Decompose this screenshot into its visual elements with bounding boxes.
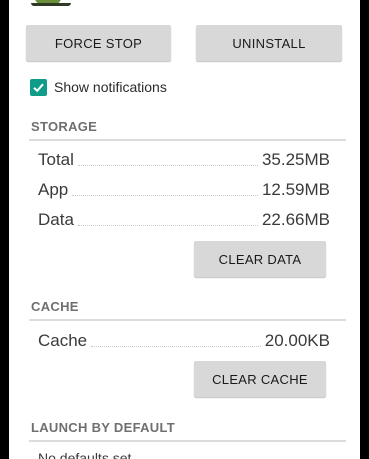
storage-row-total: Total 35.25MB — [38, 148, 330, 170]
clear-data-button[interactable]: CLEAR DATA — [194, 241, 326, 277]
storage-row-app: App 12.59MB — [38, 178, 330, 200]
uninstall-button[interactable]: UNINSTALL — [196, 25, 342, 61]
cache-row: Cache 20.00KB — [38, 329, 330, 351]
storage-divider — [29, 139, 346, 141]
storage-section-header: STORAGE — [31, 119, 98, 134]
cache-label: Cache — [38, 331, 88, 350]
launch-divider — [29, 440, 346, 442]
cache-section-header: CACHE — [31, 299, 79, 314]
show-notifications-label: Show notifications — [54, 79, 167, 95]
show-notifications-toggle[interactable]: Show notifications — [30, 77, 167, 97]
notifications-checkbox[interactable] — [30, 78, 47, 96]
cache-divider — [29, 319, 346, 321]
storage-app-label: App — [38, 180, 69, 199]
dotted-leader — [72, 195, 258, 196]
app-icon-shadow — [31, 3, 71, 6]
storage-total-label: Total — [38, 150, 74, 169]
storage-row-data: Data 22.66MB — [38, 208, 330, 230]
clear-cache-button[interactable]: CLEAR CACHE — [194, 361, 326, 397]
check-icon — [33, 83, 44, 92]
storage-total-value: 35.25MB — [261, 150, 330, 169]
storage-data-value: 22.66MB — [261, 210, 330, 229]
force-stop-button[interactable]: FORCE STOP — [26, 25, 171, 61]
storage-app-value: 12.59MB — [261, 180, 330, 199]
cache-value: 20.00KB — [264, 331, 330, 350]
app-icon — [31, 0, 71, 6]
dotted-leader — [77, 165, 258, 166]
launch-by-default-section-header: LAUNCH BY DEFAULT — [31, 420, 176, 435]
launch-default-status: No defaults set. — [38, 450, 136, 459]
dotted-leader — [77, 225, 258, 226]
storage-data-label: Data — [38, 210, 74, 229]
dotted-leader — [91, 346, 261, 347]
app-info-panel: FORCE STOP UNINSTALL Show notifications … — [9, 0, 360, 459]
